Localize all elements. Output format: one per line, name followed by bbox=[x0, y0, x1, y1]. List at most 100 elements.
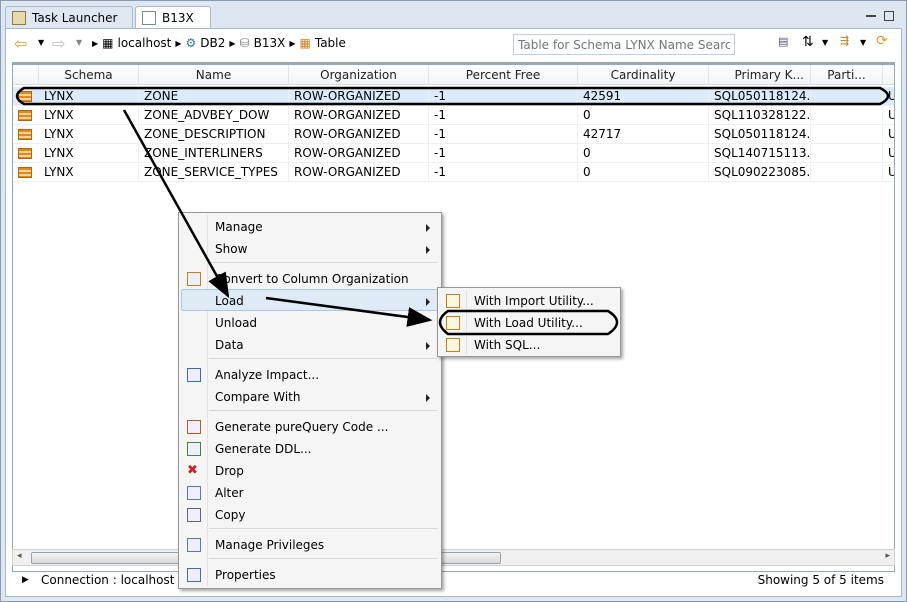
breadcrumb-b13x[interactable]: B13X bbox=[254, 36, 286, 50]
column-header[interactable]: Schema bbox=[39, 65, 139, 85]
sql-icon bbox=[446, 338, 460, 352]
scroll-right-icon[interactable]: ▸ bbox=[885, 551, 890, 561]
table-cell: ZONE_DESCRIPTION bbox=[139, 125, 289, 144]
table-row[interactable]: LYNX ZONE_ADVBEY_DOW ROW-ORGANIZED -1 0 SQL11… bbox=[13, 106, 894, 125]
connection-status: Connection : localhost - D bbox=[41, 573, 196, 587]
column-header[interactable] bbox=[883, 65, 894, 85]
column-header[interactable]: Parti... bbox=[811, 65, 883, 85]
database-instance-icon: ⚙ bbox=[185, 36, 197, 50]
context-menu: Manage Show Convert to Column Organization… bbox=[178, 212, 442, 589]
column-header[interactable]: Cardinality bbox=[578, 65, 709, 85]
menu-item-load[interactable]: Load bbox=[181, 289, 439, 311]
menu-item-properties[interactable]: Properties bbox=[181, 563, 439, 585]
menu-item-label: Copy bbox=[215, 508, 246, 522]
import-utility-item[interactable]: With Import Utility... bbox=[440, 289, 618, 311]
table-icon bbox=[18, 167, 32, 178]
scroll-left-icon[interactable]: ◂ bbox=[17, 551, 22, 561]
menu-item-label: Unload bbox=[215, 316, 258, 330]
menu-item-label: Convert to Column Organization bbox=[215, 272, 409, 286]
table-row[interactable]: LYNX ZONE ROW-ORGANIZED -1 42591 SQL050118124… bbox=[13, 87, 894, 106]
table-cell: U bbox=[883, 106, 894, 125]
table-cell: ZONE_ADVBEY_DOW bbox=[139, 106, 289, 125]
sql-item[interactable]: With SQL... bbox=[440, 333, 618, 355]
filter-icon[interactable]: ▤ bbox=[778, 35, 788, 48]
table-cell: -1 bbox=[429, 106, 578, 125]
menu-item-manage-privileges[interactable]: Manage Privileges bbox=[181, 533, 439, 555]
columns-icon[interactable]: ⇶ bbox=[840, 34, 849, 47]
menu-item-alter[interactable]: Alter bbox=[181, 481, 439, 503]
maximize-button[interactable] bbox=[884, 11, 894, 21]
table-cell: 42591 bbox=[578, 87, 709, 106]
table-row[interactable]: LYNX ZONE_SERVICE_TYPES ROW-ORGANIZED -1 0 SQ… bbox=[13, 163, 894, 182]
tab-task-launcher[interactable]: Task Launcher bbox=[5, 6, 133, 29]
toolbar: ⇦ ▼ ⇨ ▼ ▶ ▦ localhost ▶ ⚙ DB2 ▶ ⛁ B13X ▶ ▦ T… bbox=[6, 29, 901, 59]
menu-item-copy[interactable]: Copy bbox=[181, 503, 439, 525]
table-cell: ROW-ORGANIZED bbox=[289, 125, 429, 144]
horizontal-scrollbar[interactable]: ◂ ▸ bbox=[12, 549, 895, 566]
menu-item-label: Analyze Impact... bbox=[215, 368, 320, 382]
menu-item-unload[interactable]: Unload bbox=[181, 311, 439, 333]
table-cell: LYNX bbox=[39, 163, 139, 182]
table-cell: ZONE_SERVICE_TYPES bbox=[139, 163, 289, 182]
menu-item-analyze-impact[interactable]: Analyze Impact... bbox=[181, 363, 439, 385]
forward-icon[interactable]: ⇨ bbox=[52, 34, 65, 53]
column-header[interactable]: Percent Free bbox=[429, 65, 578, 85]
table-cell bbox=[811, 163, 883, 182]
menu-item-label: Properties bbox=[215, 568, 276, 582]
column-header[interactable] bbox=[13, 65, 39, 85]
table-icon: ▦ bbox=[299, 36, 311, 50]
table-icon bbox=[18, 148, 32, 159]
menu-item-label: Generate DDL... bbox=[215, 442, 312, 456]
table-cell: SQL050118124... bbox=[709, 125, 811, 144]
refresh-icon[interactable]: ⟳ bbox=[876, 33, 888, 49]
menu-item-label: Load bbox=[215, 294, 244, 308]
menu-item-label: Drop bbox=[215, 464, 244, 478]
menu-item-label: Data bbox=[215, 338, 244, 352]
name-search-input[interactable] bbox=[513, 34, 735, 55]
load-utility-item[interactable]: With Load Utility... bbox=[440, 311, 618, 333]
column-header[interactable]: Name bbox=[139, 65, 289, 85]
table-cell: ROW-ORGANIZED bbox=[289, 163, 429, 182]
tab-b13x[interactable]: B13X ✕ bbox=[135, 6, 211, 39]
drop-icon: ✖ bbox=[187, 463, 198, 478]
breadcrumb-db2[interactable]: DB2 bbox=[200, 36, 225, 50]
menu-item-generate-purequery-code[interactable]: Generate pureQuery Code ... bbox=[181, 415, 439, 437]
expand-connection-icon[interactable]: ▶ bbox=[22, 575, 29, 585]
table-cell: ZONE_INTERLINERS bbox=[139, 144, 289, 163]
back-icon[interactable]: ⇦ bbox=[14, 34, 27, 53]
sort-dropdown-icon[interactable]: ▼ bbox=[822, 38, 828, 47]
table-row[interactable]: LYNX ZONE_DESCRIPTION ROW-ORGANIZED -1 42717… bbox=[13, 125, 894, 144]
table-cell: LYNX bbox=[39, 87, 139, 106]
menu-item-show[interactable]: Show bbox=[181, 237, 439, 259]
table-cell bbox=[811, 144, 883, 163]
table-row[interactable]: LYNX ZONE_INTERLINERS ROW-ORGANIZED -1 0 SQL1… bbox=[13, 144, 894, 163]
table-cell bbox=[811, 87, 883, 106]
forward-dropdown-icon[interactable]: ▼ bbox=[76, 38, 82, 47]
table-cell bbox=[811, 106, 883, 125]
menu-item-drop[interactable]: ✖ Drop bbox=[181, 459, 439, 481]
breadcrumb-table[interactable]: Table bbox=[315, 36, 346, 50]
menu-item-data[interactable]: Data bbox=[181, 333, 439, 355]
import-icon bbox=[446, 294, 460, 308]
tab-label: Task Launcher bbox=[32, 11, 118, 25]
minimize-button[interactable] bbox=[866, 11, 876, 17]
menu-item-convert-to-column-organization[interactable]: Convert to Column Organization bbox=[181, 267, 439, 289]
sort-icon[interactable]: ⇅ bbox=[802, 34, 814, 50]
breadcrumb: ▶ ▦ localhost ▶ ⚙ DB2 ▶ ⛁ B13X ▶ ▦ Table bbox=[92, 36, 346, 50]
back-dropdown-icon[interactable]: ▼ bbox=[38, 38, 44, 47]
menu-item-generate-ddl[interactable]: Generate DDL... bbox=[181, 437, 439, 459]
table-cell: U bbox=[883, 144, 894, 163]
column-header[interactable]: Primary K... bbox=[709, 65, 811, 85]
table-cell: 0 bbox=[578, 106, 709, 125]
columns-dropdown-icon[interactable]: ▼ bbox=[860, 38, 866, 47]
breadcrumb-localhost[interactable]: localhost bbox=[118, 36, 172, 50]
purequery-icon bbox=[187, 420, 201, 434]
menu-item-compare-with[interactable]: Compare With bbox=[181, 385, 439, 407]
column-header[interactable]: Organization bbox=[289, 65, 429, 85]
menu-item-label: Manage bbox=[215, 220, 263, 234]
menu-item-manage[interactable]: Manage bbox=[181, 215, 439, 237]
tab-label: B13X bbox=[162, 11, 194, 25]
table-cell: U bbox=[883, 125, 894, 144]
table-cell: U bbox=[883, 87, 894, 106]
properties-icon bbox=[187, 568, 201, 582]
